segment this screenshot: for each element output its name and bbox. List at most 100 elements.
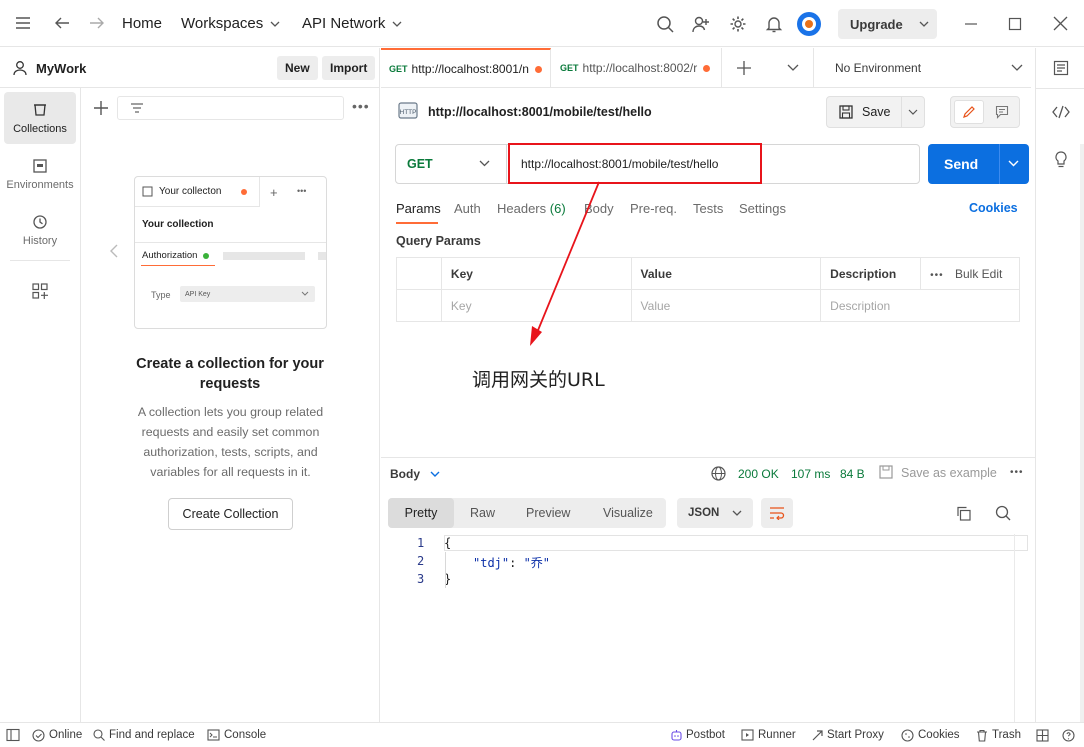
value-input[interactable]: Value — [630, 289, 822, 322]
comments-button[interactable] — [987, 100, 1017, 124]
create-collection-button[interactable]: Create Collection — [168, 498, 293, 530]
tabs-overflow-chevron-icon[interactable] — [787, 64, 799, 72]
nav-home[interactable]: Home — [122, 15, 162, 32]
environments-icon — [33, 158, 47, 173]
rail-item-history[interactable]: History — [4, 204, 76, 256]
nav-api-network[interactable]: API Network — [302, 15, 404, 32]
collections-search-input[interactable] — [117, 96, 344, 120]
window-maximize-icon[interactable] — [1008, 17, 1022, 31]
gear-icon[interactable] — [729, 15, 747, 33]
chevron-down-icon — [732, 510, 742, 516]
scrollbar[interactable] — [1014, 534, 1015, 722]
menu-icon[interactable] — [15, 16, 31, 30]
save-button[interactable]: Save — [826, 96, 925, 128]
cookies-button[interactable]: Cookies — [901, 723, 960, 747]
trash-label: Trash — [992, 729, 1021, 741]
response-body-select[interactable]: Body — [390, 467, 440, 481]
view-preview[interactable]: Preview — [526, 506, 570, 520]
runner-button[interactable]: Runner — [741, 723, 796, 747]
find-replace-button[interactable]: Find and replace — [93, 723, 195, 747]
copy-icon[interactable] — [956, 506, 971, 521]
chevron-down-icon — [430, 471, 440, 477]
toggle-sidebar-button[interactable] — [6, 723, 20, 747]
forward-arrow-icon[interactable] — [89, 16, 105, 30]
upgrade-button[interactable]: Upgrade — [838, 9, 937, 39]
search-icon[interactable] — [656, 15, 674, 33]
method-select[interactable]: GET — [396, 145, 507, 183]
tab-params[interactable]: Params — [396, 201, 441, 216]
cookie-icon — [901, 728, 914, 742]
tab-request-1[interactable]: GET http://localhost:8001/n — [381, 48, 551, 88]
nav-workspaces[interactable]: Workspaces — [181, 15, 282, 32]
more-options-icon[interactable]: ••• — [352, 98, 370, 114]
environment-quicklook-icon[interactable] — [1053, 60, 1069, 76]
online-status[interactable]: Online — [32, 723, 82, 747]
window-minimize-icon[interactable] — [964, 17, 978, 31]
empty-state-description: A collection lets you group related requ… — [137, 405, 324, 479]
invite-user-icon[interactable] — [692, 15, 710, 33]
view-pretty[interactable]: Pretty — [388, 498, 454, 528]
trash-button[interactable]: Trash — [976, 723, 1021, 747]
rail-item-label: Environments — [6, 178, 74, 191]
tab-tests[interactable]: Tests — [693, 201, 723, 216]
response-divider[interactable] — [381, 457, 1035, 458]
edit-mode-button[interactable] — [954, 100, 984, 124]
view-visualize[interactable]: Visualize — [603, 506, 653, 520]
response-status[interactable]: 200 OK — [738, 467, 779, 481]
postbot-icon — [671, 729, 682, 741]
workspace-header: MyWork New Import — [0, 48, 380, 88]
scrollbar[interactable] — [1080, 144, 1084, 729]
new-tab-plus-icon[interactable] — [737, 61, 751, 75]
add-icon[interactable] — [94, 101, 108, 115]
apps-grid-icon[interactable] — [32, 283, 48, 299]
layout-toggle-button[interactable] — [1036, 723, 1049, 747]
response-code-editor[interactable]: 1 { 2 "tdj": "乔" 3 } — [381, 534, 1035, 722]
request-title: http://localhost:8001/mobile/test/hello — [428, 105, 652, 119]
rail-item-environments[interactable]: Environments — [4, 148, 76, 200]
lightbulb-icon[interactable] — [1053, 151, 1069, 169]
upgrade-label: Upgrade — [850, 16, 903, 32]
view-raw[interactable]: Raw — [470, 506, 495, 520]
console-button[interactable]: Console — [207, 723, 266, 747]
start-proxy-button[interactable]: Start Proxy — [811, 723, 884, 747]
response-time[interactable]: 107 ms — [791, 467, 830, 481]
new-button[interactable]: New — [277, 56, 318, 80]
illus-active-underline — [141, 265, 215, 266]
search-icon — [93, 729, 105, 741]
bulk-edit-cell[interactable]: ••• Bulk Edit — [920, 257, 1020, 290]
postbot-button[interactable]: Postbot — [670, 723, 725, 747]
save-as-example-button[interactable]: Save as example — [901, 466, 997, 480]
request-tabs: GET http://localhost:8001/n GET http://l… — [381, 48, 1031, 88]
tab-request-2[interactable]: GET http://localhost:8002/r — [552, 48, 722, 88]
import-button[interactable]: Import — [322, 56, 376, 80]
globe-icon[interactable] — [711, 466, 726, 481]
chevron-down-icon — [301, 291, 309, 296]
avatar[interactable] — [797, 12, 821, 36]
more-options-icon[interactable]: ••• — [930, 270, 944, 281]
format-select[interactable]: JSON — [677, 498, 753, 528]
unsaved-dot — [534, 65, 542, 73]
help-button[interactable] — [1062, 723, 1075, 747]
window-close-icon[interactable] — [1053, 16, 1068, 31]
postbot-label: Postbot — [686, 729, 725, 741]
wrap-lines-button[interactable] — [761, 498, 793, 528]
bell-icon[interactable] — [765, 15, 783, 33]
search-icon[interactable] — [995, 505, 1011, 521]
bulk-edit-link[interactable]: Bulk Edit — [955, 267, 1002, 281]
annotation-label: 调用网关的URL — [472, 369, 605, 391]
rail-item-collections[interactable]: Collections — [4, 92, 76, 144]
send-button[interactable]: Send — [928, 144, 1029, 184]
tab-settings[interactable]: Settings — [739, 201, 786, 216]
response-size[interactable]: 84 B — [840, 467, 865, 481]
description-input[interactable]: Description — [820, 289, 1020, 322]
code-icon[interactable] — [1052, 105, 1070, 119]
environment-select[interactable]: No Environment — [813, 48, 1031, 88]
back-arrow-icon[interactable] — [54, 16, 70, 30]
table-header-row: Key Value Description ••• Bulk Edit — [396, 257, 1020, 290]
cookies-link[interactable]: Cookies — [969, 201, 1018, 215]
tab-pre-request[interactable]: Pre-req. — [630, 201, 677, 216]
proxy-label: Start Proxy — [827, 729, 884, 741]
tab-auth[interactable]: Auth — [454, 201, 481, 216]
more-options-icon[interactable]: ••• — [1010, 467, 1024, 478]
illus-plus-icon: + — [270, 185, 278, 200]
